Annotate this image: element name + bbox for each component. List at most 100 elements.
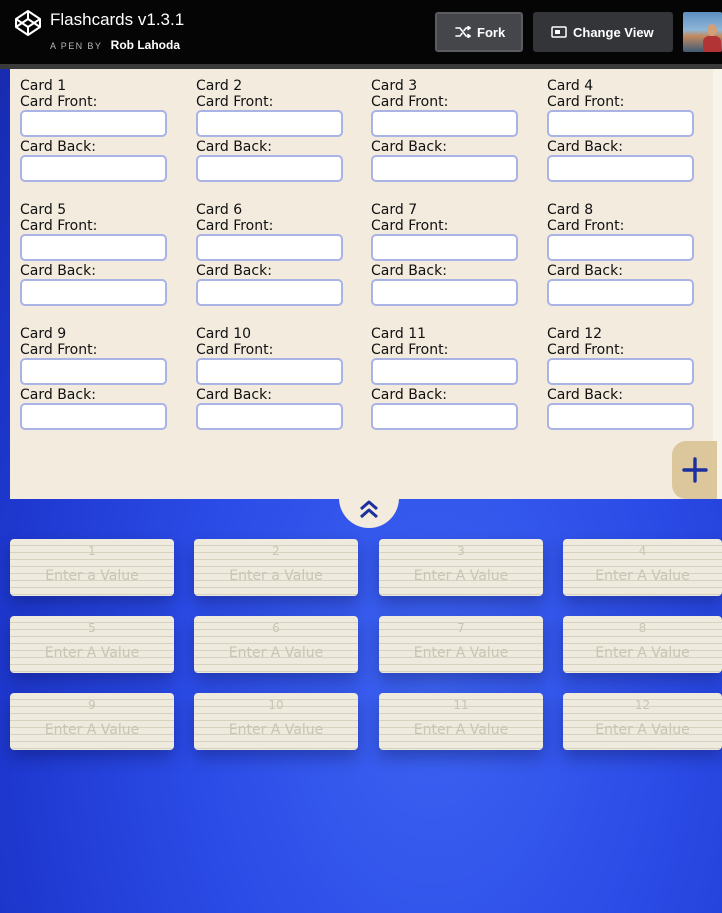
change-view-label: Change View [573, 24, 654, 40]
card-front-label: Card Front: [20, 94, 98, 110]
card-back-label: Card Back: [196, 263, 272, 279]
card-form-6: Card 6 Card Front: Card Back: [196, 202, 346, 306]
card-back-input[interactable] [20, 279, 167, 306]
card-title: Card 4 [547, 78, 594, 94]
card-form-9: Card 9 Card Front: Card Back: [20, 326, 170, 430]
card-back-label: Card Back: [20, 387, 96, 403]
change-view-button[interactable]: Change View [533, 12, 673, 52]
card-back-input[interactable] [371, 279, 518, 306]
card-form-8: Card 8 Card Front: Card Back: [547, 202, 697, 306]
card-back-input[interactable] [547, 279, 694, 306]
card-form-2: Card 2 Card Front: Card Back: [196, 78, 346, 182]
card-back-input[interactable] [371, 155, 518, 182]
card-front-label: Card Front: [371, 218, 449, 234]
flashcard-value: Enter A Value [595, 645, 690, 661]
card-back-input[interactable] [371, 403, 518, 430]
flashcard-number: 1 [88, 544, 96, 558]
card-front-input[interactable] [20, 234, 167, 261]
byline: A PEN BY Rob Lahoda [50, 36, 180, 54]
flashcard-6[interactable]: 6 Enter A Value [194, 616, 358, 673]
card-front-label: Card Front: [196, 342, 274, 358]
flashcard-number: 9 [88, 698, 96, 712]
card-back-label: Card Back: [196, 387, 272, 403]
card-front-label: Card Front: [547, 218, 625, 234]
flashcard-number: 6 [272, 621, 280, 635]
flashcard-12[interactable]: 12 Enter A Value [563, 693, 722, 750]
flashcard-value: Enter A Value [44, 722, 140, 738]
flashcard-value: Enter A Value [413, 645, 509, 661]
flashcard-number: 11 [453, 698, 469, 712]
card-back-label: Card Back: [371, 263, 447, 279]
card-back-input[interactable] [196, 403, 343, 430]
card-form-1: Card 1 Card Front: Card Back: [20, 78, 170, 182]
card-form-10: Card 10 Card Front: Card Back: [196, 326, 346, 430]
flashcard-8[interactable]: 8 Enter A Value [563, 616, 722, 673]
card-front-label: Card Front: [20, 342, 98, 358]
editor-panel-edge [713, 69, 722, 499]
card-form-7: Card 7 Card Front: Card Back: [371, 202, 521, 306]
flashcard-3[interactable]: 3 Enter A Value [379, 539, 543, 596]
card-back-input[interactable] [547, 155, 694, 182]
card-back-input[interactable] [196, 155, 343, 182]
flashcard-value: Enter A Value [595, 568, 690, 584]
pen-title: Flashcards v1.3.1 [50, 10, 185, 29]
card-front-input[interactable] [196, 358, 343, 385]
card-back-label: Card Back: [371, 387, 447, 403]
card-front-input[interactable] [20, 110, 167, 137]
card-front-input[interactable] [371, 234, 518, 261]
flashcard-number: 12 [634, 698, 651, 712]
card-back-input[interactable] [20, 403, 167, 430]
flashcard-10[interactable]: 10 Enter A Value [194, 693, 358, 750]
card-title: Card 1 [20, 78, 67, 94]
flashcard-value: Enter A Value [228, 722, 324, 738]
card-form-4: Card 4 Card Front: Card Back: [547, 78, 697, 182]
fork-label: Fork [477, 24, 506, 40]
flashcard-7[interactable]: 7 Enter A Value [379, 616, 543, 673]
collapse-editor-button[interactable] [339, 490, 399, 528]
card-back-label: Card Back: [547, 139, 623, 155]
flashcard-1[interactable]: 1 Enter a Value [10, 539, 174, 596]
card-front-input[interactable] [547, 110, 694, 137]
card-title: Card 8 [547, 202, 594, 218]
card-form-11: Card 11 Card Front: Card Back: [371, 326, 521, 430]
card-front-input[interactable] [547, 358, 694, 385]
card-back-label: Card Back: [547, 263, 623, 279]
card-form-5: Card 5 Card Front: Card Back: [20, 202, 170, 306]
flashcard-value: Enter A Value [228, 645, 324, 661]
card-title: Card 2 [196, 78, 243, 94]
add-card-button[interactable] [672, 441, 717, 499]
card-title: Card 10 [196, 326, 252, 342]
card-back-input[interactable] [547, 403, 694, 430]
card-front-label: Card Front: [196, 94, 274, 110]
flashcard-11[interactable]: 11 Enter A Value [379, 693, 543, 750]
card-front-label: Card Front: [547, 94, 625, 110]
flashcard-2[interactable]: 2 Enter a Value [194, 539, 358, 596]
author-link[interactable]: Rob Lahoda [111, 38, 180, 52]
card-front-input[interactable] [371, 358, 518, 385]
card-back-label: Card Back: [547, 387, 623, 403]
fork-button[interactable]: Fork [435, 12, 523, 52]
card-front-input[interactable] [196, 110, 343, 137]
codepen-logo-icon[interactable] [14, 9, 42, 37]
card-front-input[interactable] [371, 110, 518, 137]
plus-icon [681, 457, 708, 483]
card-front-label: Card Front: [20, 218, 98, 234]
card-front-input[interactable] [20, 358, 167, 385]
flashcard-9[interactable]: 9 Enter A Value [10, 693, 174, 750]
card-title: Card 3 [371, 78, 418, 94]
card-back-label: Card Back: [20, 263, 96, 279]
card-title: Card 11 [371, 326, 427, 342]
card-front-input[interactable] [196, 234, 343, 261]
flashcard-number: 7 [457, 621, 465, 635]
card-back-input[interactable] [20, 155, 167, 182]
flashcard-5[interactable]: 5 Enter A Value [10, 616, 174, 673]
card-front-input[interactable] [547, 234, 694, 261]
card-back-input[interactable] [196, 279, 343, 306]
flashcard-number: 10 [268, 698, 284, 712]
card-title: Card 12 [547, 326, 603, 342]
card-title: Card 9 [20, 326, 67, 342]
flashcard-4[interactable]: 4 Enter A Value [563, 539, 722, 596]
user-avatar[interactable] [683, 12, 722, 52]
card-form-3: Card 3 Card Front: Card Back: [371, 78, 521, 182]
flashcard-number: 3 [457, 544, 465, 558]
